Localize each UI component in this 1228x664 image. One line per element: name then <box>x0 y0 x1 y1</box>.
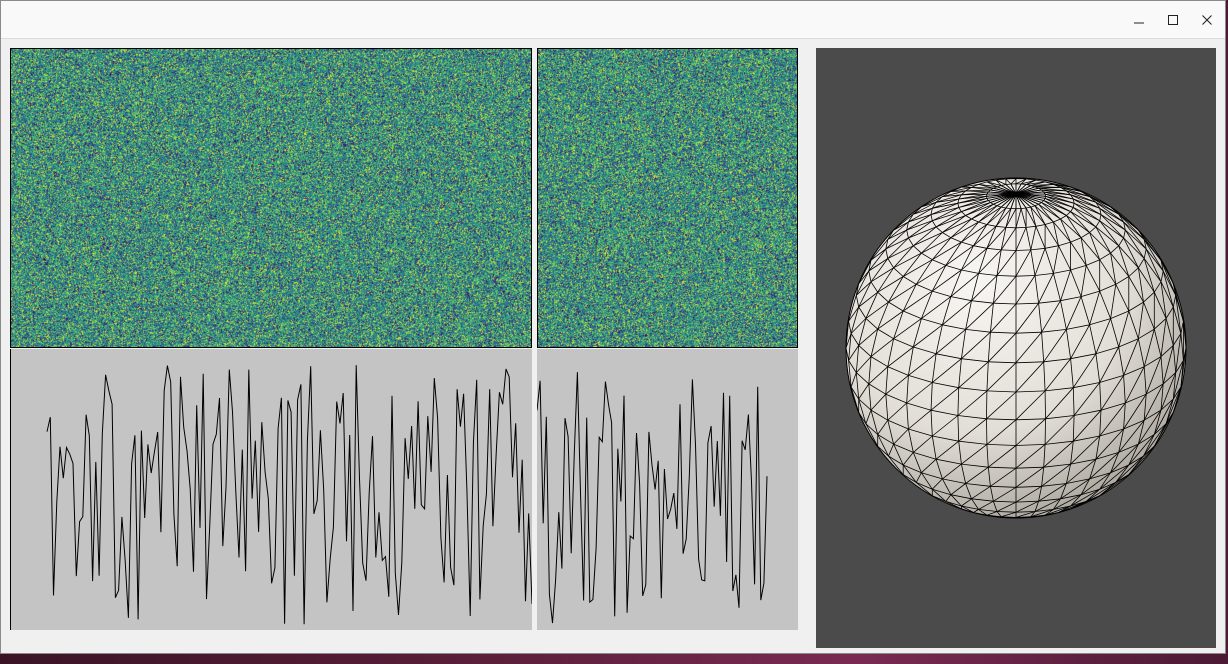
title-bar[interactable] <box>1 1 1225 39</box>
waveform-plot-right[interactable] <box>536 349 798 630</box>
waveform-line-left <box>46 365 533 625</box>
mesh-edge <box>1005 183 1011 185</box>
wireframe-sphere <box>845 177 1187 519</box>
close-icon <box>1202 14 1212 25</box>
minimize-icon <box>1134 22 1144 23</box>
noise-heatmap-left[interactable] <box>10 48 532 348</box>
waveform-trace <box>46 365 533 625</box>
noise-heatmap-right[interactable] <box>537 48 798 348</box>
maximize-icon <box>1168 14 1178 25</box>
waveform-trace <box>536 372 768 624</box>
maximize-button[interactable] <box>1156 1 1190 38</box>
waveform-line-right <box>536 372 768 624</box>
noise-heatmap-right-canvas <box>538 49 797 347</box>
minimize-button[interactable] <box>1122 1 1156 38</box>
waveform-plot-left[interactable] <box>10 349 533 630</box>
close-button[interactable] <box>1190 1 1224 38</box>
noise-heatmap-left-canvas <box>11 49 531 347</box>
app-window <box>0 0 1226 654</box>
3d-viewport[interactable] <box>816 48 1216 648</box>
